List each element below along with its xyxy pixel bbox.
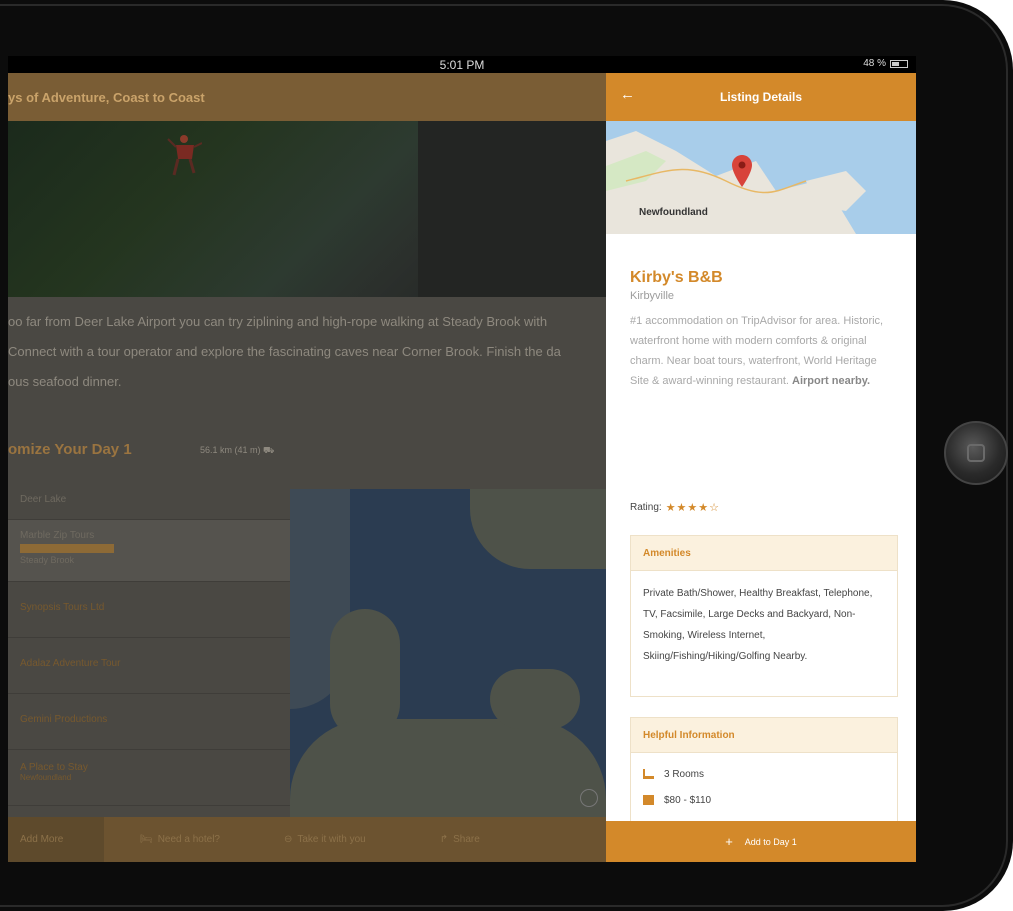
bed-icon <box>643 769 654 779</box>
hotel-icon: 🛏 <box>140 834 153 845</box>
add-to-day-label: Add to Day 1 <box>744 836 797 847</box>
screen: 5:01 PM 48 % ys of Adventure, Coast to C… <box>8 56 916 862</box>
battery-indicator: 48 % <box>863 58 908 69</box>
status-bar: 5:01 PM 48 % <box>8 56 916 73</box>
battery-icon <box>890 59 908 68</box>
panel-title: Listing Details <box>719 90 802 104</box>
price-tag-icon <box>643 795 654 805</box>
trip-intro: oo far from Deer Lake Airport you can tr… <box>8 307 606 397</box>
list-item-label: Marble Zip Tours <box>20 530 95 541</box>
listing-map[interactable]: Newfoundland <box>606 121 916 234</box>
amenities-text: Private Bath/Shower, Healthy Breakfast, … <box>643 588 873 662</box>
map-pin-icon <box>732 155 752 187</box>
listing-location: Kirbyville <box>630 290 675 302</box>
locate-icon[interactable] <box>580 789 598 807</box>
customize-title: omize Your Day 1 <box>8 441 132 458</box>
list-item-sub: Steady Brook <box>20 555 75 565</box>
intro-line: oo far from Deer Lake Airport you can tr… <box>8 314 548 329</box>
list-item[interactable]: A Place to Stay Newfoundland <box>8 750 290 806</box>
need-hotel-button[interactable]: 🛏 Need a hotel? <box>128 834 232 845</box>
battery-percent: 48 % <box>863 58 886 69</box>
rating: Rating: ★★★★☆ <box>630 501 720 514</box>
share-icon: ↱ <box>439 834 449 845</box>
listing-name: Kirby's B&B <box>630 269 723 286</box>
plus-icon: + <box>725 834 733 849</box>
listing-details-panel: ← Listing Details Newfoundland Kirby's B… <box>606 73 916 862</box>
stop-list: Deer Lake Marble Zip Tours Steady Brook … <box>8 474 290 806</box>
map-region-label: Newfoundland <box>639 207 708 218</box>
add-to-day-button[interactable]: + Add to Day 1 <box>606 821 916 862</box>
list-item-selected[interactable]: Marble Zip Tours Steady Brook <box>8 520 290 582</box>
price-row: $80 - $110 <box>643 787 885 813</box>
list-item[interactable]: Deer Lake <box>8 474 290 520</box>
trip-title: ys of Adventure, Coast to Coast <box>8 90 205 105</box>
intro-line: Connect with a tour operator and explore… <box>8 344 561 359</box>
list-item[interactable]: Gemini Productions <box>8 694 290 750</box>
climber-figure <box>167 135 202 176</box>
download-icon: ⊖ <box>283 834 293 845</box>
rating-label: Rating: <box>630 502 662 513</box>
trip-bottom-bar: Add More 🛏 Need a hotel? ⊖ Take it with yo… <box>8 817 606 862</box>
tablet-frame: 5:01 PM 48 % ys of Adventure, Coast to C… <box>0 0 1013 911</box>
listing-description: #1 accommodation on TripAdvisor for area… <box>630 315 884 387</box>
amenities-card: Amenities Private Bath/Shower, Healthy B… <box>630 535 898 697</box>
amenities-title: Amenities <box>631 536 897 571</box>
trip-header: ys of Adventure, Coast to Coast <box>8 73 606 121</box>
status-time: 5:01 PM <box>439 58 485 72</box>
rating-stars-icon: ★★★★☆ <box>665 502 720 514</box>
list-item[interactable]: Synopsis Tours Ltd <box>8 582 290 638</box>
rooms-row: 3 Rooms <box>643 761 885 787</box>
share-button[interactable]: ↱ Share <box>428 834 492 845</box>
add-more-button[interactable]: Add More <box>8 817 104 862</box>
trip-content-dimmed: ys of Adventure, Coast to Coast oo far f… <box>8 73 606 862</box>
route-map[interactable] <box>290 489 606 821</box>
home-button[interactable] <box>944 421 1008 485</box>
helpful-info-card: Helpful Information 3 Rooms $80 - $110 <box>630 717 898 827</box>
route-distance: 56.1 km (41 m) ⛟ <box>200 445 275 455</box>
take-with-you-button[interactable]: ⊖ Take it with you <box>272 834 378 845</box>
category-tag <box>20 544 114 553</box>
list-item[interactable]: Adalaz Adventure Tour <box>8 638 290 694</box>
helpful-info-title: Helpful Information <box>631 718 897 753</box>
intro-line: ous seafood dinner. <box>8 374 122 389</box>
panel-header: ← Listing Details <box>606 73 916 121</box>
hero-image <box>8 121 606 297</box>
